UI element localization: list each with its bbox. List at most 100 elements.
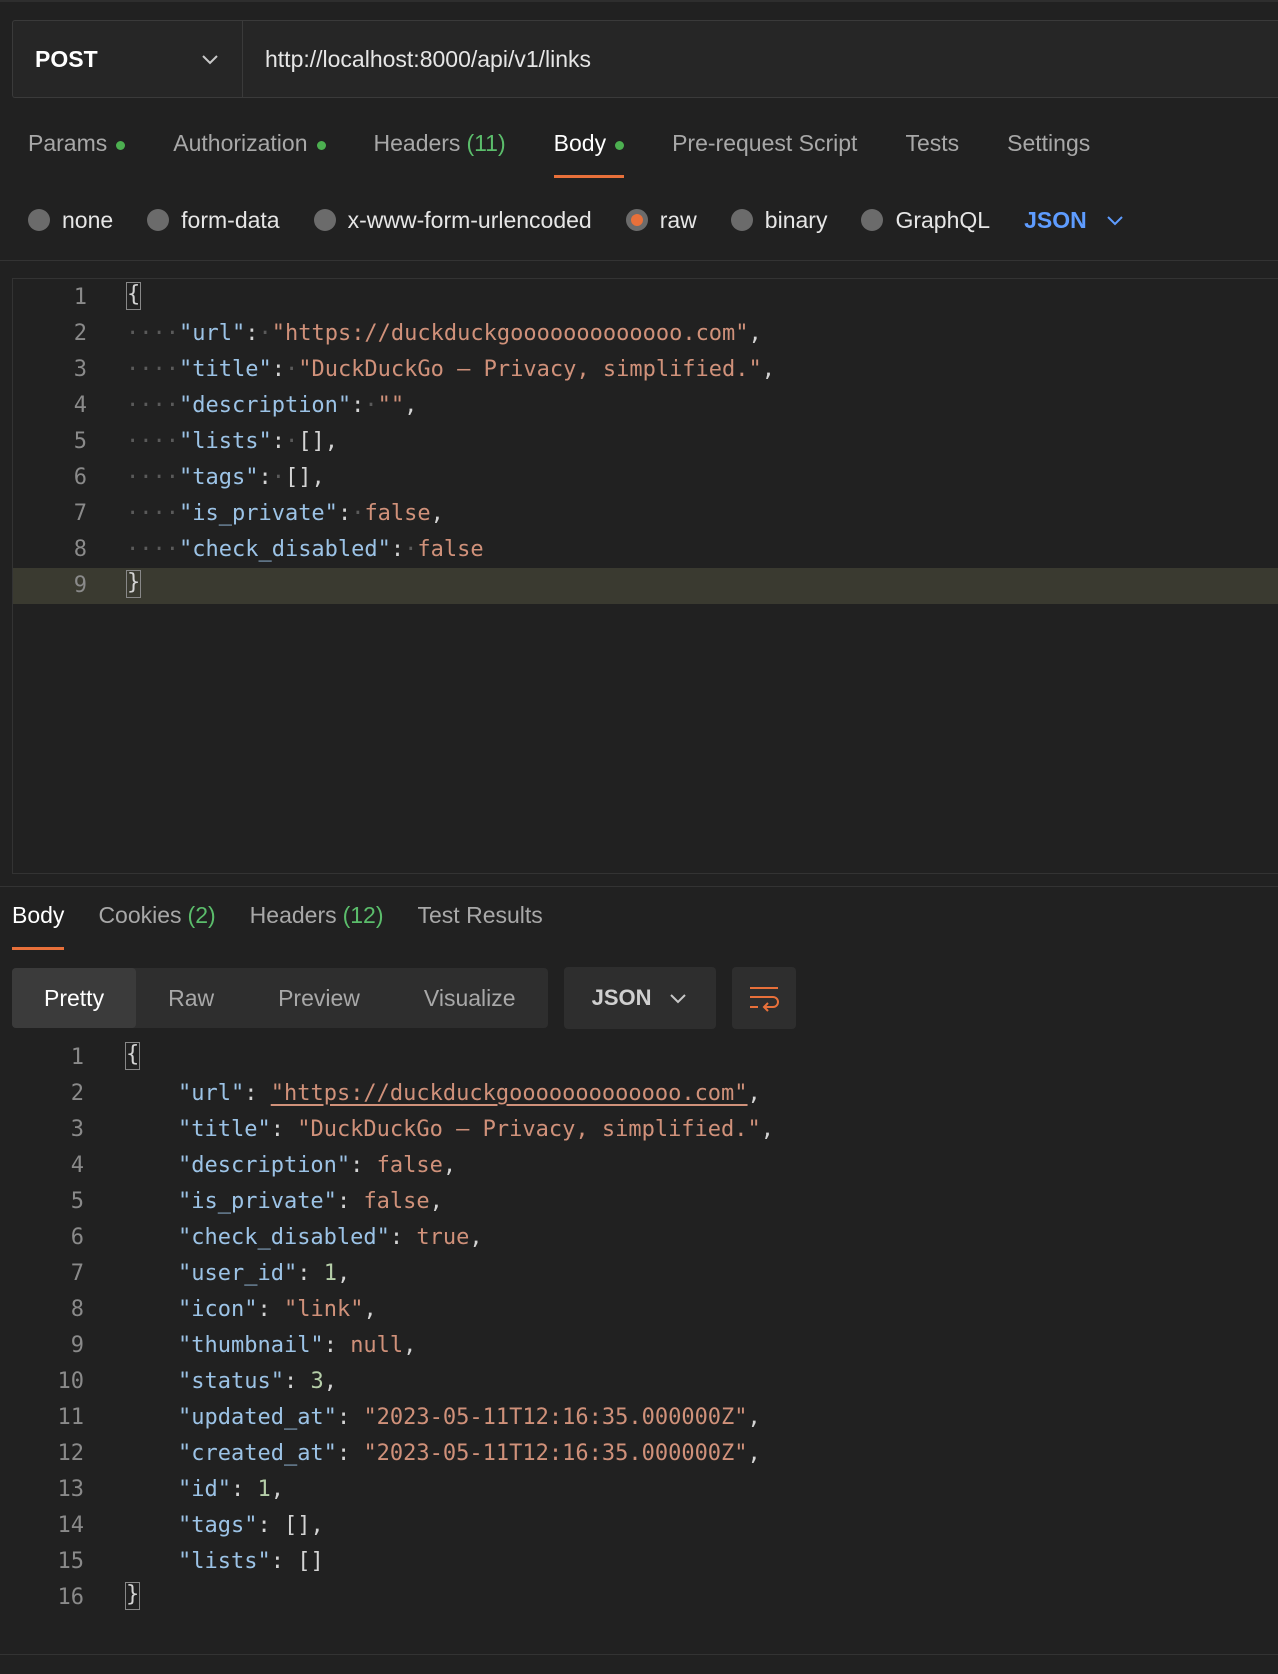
- code-line: 7 ····"is_private":·false,: [13, 496, 1278, 532]
- radio-binary[interactable]: binary: [730, 207, 827, 234]
- radio-none[interactable]: none: [28, 207, 113, 234]
- method-dropdown[interactable]: POST: [13, 21, 243, 97]
- line-number: 5: [73, 429, 87, 454]
- response-tabs: Body Cookies (2) Headers (12) Test Results: [12, 902, 577, 952]
- json-value: []: [297, 1549, 324, 1574]
- language-label: JSON: [1024, 206, 1087, 233]
- response-toolbar: Pretty Raw Preview Visualize JSON: [12, 967, 796, 1029]
- request-body-editor[interactable]: 1{ 2 ····"url":·"https://duckduckgooooooo…: [12, 278, 1278, 874]
- response-tab-cookies[interactable]: Cookies (2): [98, 902, 215, 952]
- tab-params[interactable]: Params: [28, 130, 126, 180]
- json-key: "description": [178, 393, 352, 418]
- response-headers-count: (12): [342, 902, 384, 928]
- json-value: "2023-05-11T12:16:35.000000Z": [363, 1405, 748, 1430]
- code-line: 6 "check_disabled": true,: [0, 1220, 1278, 1256]
- line-number: 3: [73, 357, 87, 382]
- code-line: 5 "is_private": false,: [0, 1184, 1278, 1220]
- tab-tests-label: Tests: [905, 130, 960, 156]
- radio-circle-icon: [28, 209, 50, 231]
- url-text: http://localhost:8000/api/v1/links: [265, 45, 592, 72]
- code-line: 1{: [13, 280, 1278, 316]
- line-number: 2: [73, 321, 87, 346]
- json-value: "DuckDuckGo — Privacy, simplified.": [298, 357, 762, 382]
- code-line: 13 "id": 1,: [0, 1472, 1278, 1508]
- radio-circle-icon: [313, 209, 336, 231]
- tab-headers[interactable]: Headers (11): [374, 130, 506, 180]
- wrap-lines-button[interactable]: [731, 967, 796, 1029]
- line-number: 5: [70, 1189, 84, 1214]
- code-line: 9 "thumbnail": null,: [0, 1328, 1278, 1364]
- params-dot-icon: [116, 141, 126, 150]
- line-number: 9: [70, 1333, 84, 1358]
- radio-form-data[interactable]: form-data: [147, 206, 280, 234]
- response-tab-test-results[interactable]: Test Results: [418, 902, 543, 952]
- brace-close: }: [125, 1582, 141, 1610]
- radio-urlencoded[interactable]: x-www-form-urlencoded: [313, 207, 592, 234]
- tab-authorization[interactable]: Authorization: [173, 130, 326, 180]
- response-tab-body-label: Body: [12, 902, 65, 928]
- request-tabs: Params Authorization Headers (11) Body Pr…: [28, 130, 1138, 180]
- response-body-viewer[interactable]: 1{ 2 "url": "https://duckduckgoooooooooo…: [0, 1040, 1278, 1616]
- radio-circle-icon: [861, 209, 884, 231]
- json-value: "https://duckduckgooooooooooooo.com": [271, 321, 749, 346]
- line-number: 7: [70, 1261, 84, 1286]
- json-key: "updated_at": [177, 1405, 337, 1430]
- json-value: false: [417, 537, 484, 562]
- line-number: 12: [57, 1441, 85, 1466]
- json-value: null: [350, 1333, 404, 1358]
- line-number: 11: [57, 1405, 85, 1430]
- tab-tests[interactable]: Tests: [905, 130, 959, 180]
- radio-none-label: none: [62, 206, 114, 233]
- code-line: 3 ····"title":·"DuckDuckGo — Privacy, sim…: [13, 352, 1278, 388]
- body-dot-icon: [615, 141, 625, 150]
- json-value: "2023-05-11T12:16:35.000000Z": [363, 1441, 748, 1466]
- code-line: 3 "title": "DuckDuckGo — Privacy, simpli…: [0, 1112, 1278, 1148]
- tab-prerequest-script[interactable]: Pre-request Script: [672, 130, 857, 180]
- radio-checked-icon: [625, 209, 648, 231]
- headers-count: (11): [466, 130, 506, 156]
- code-line: 5 ····"lists":·[],: [13, 424, 1278, 460]
- radio-circle-icon: [147, 209, 170, 231]
- radio-form-data-label: form-data: [181, 206, 280, 233]
- tab-settings[interactable]: Settings: [1007, 130, 1090, 180]
- view-preview[interactable]: Preview: [246, 968, 392, 1028]
- json-key: "status": [177, 1369, 284, 1394]
- radio-raw[interactable]: raw: [625, 207, 697, 234]
- json-link-value[interactable]: "https://duckduckgooooooooooooo.com": [271, 1081, 748, 1106]
- tab-headers-label: Headers: [373, 130, 461, 156]
- view-visualize[interactable]: Visualize: [392, 968, 548, 1028]
- json-key: "lists": [178, 429, 272, 454]
- authorization-dot-icon: [316, 141, 326, 150]
- json-value: []: [283, 1513, 311, 1538]
- json-key: "is_private": [177, 1189, 337, 1214]
- radio-circle-icon: [730, 209, 753, 231]
- code-line: 10 "status": 3,: [0, 1364, 1278, 1400]
- code-line: 15 "lists": []: [0, 1544, 1278, 1580]
- view-pretty[interactable]: Pretty: [12, 968, 137, 1028]
- language-dropdown[interactable]: JSON: [1024, 207, 1125, 234]
- json-value: 3: [310, 1369, 324, 1394]
- response-format-dropdown[interactable]: JSON: [563, 967, 716, 1029]
- json-key: "title": [178, 357, 272, 382]
- json-key: "url": [178, 321, 246, 346]
- line-number: 13: [57, 1477, 85, 1502]
- code-line: 16}: [0, 1580, 1278, 1616]
- line-number: 10: [57, 1369, 85, 1394]
- radio-graphql-label: GraphQL: [895, 206, 991, 233]
- url-input[interactable]: http://localhost:8000/api/v1/links: [243, 21, 1278, 97]
- line-number: 1: [70, 1045, 84, 1070]
- response-tab-headers[interactable]: Headers (12): [250, 902, 384, 952]
- json-key: "is_private": [178, 501, 338, 526]
- chevron-down-icon: [669, 994, 686, 1004]
- tab-body[interactable]: Body: [553, 130, 625, 180]
- line-number: 14: [57, 1513, 85, 1538]
- view-raw[interactable]: Raw: [136, 968, 246, 1028]
- code-line: 8 "icon": "link",: [0, 1292, 1278, 1328]
- json-key: "user_id": [177, 1261, 298, 1286]
- response-tab-body[interactable]: Body: [12, 902, 65, 952]
- radio-graphql[interactable]: GraphQL: [861, 207, 990, 234]
- json-key: "icon": [177, 1297, 258, 1322]
- line-number: 16: [57, 1585, 85, 1610]
- code-line: 4 ····"description":·"",: [13, 388, 1278, 424]
- response-tab-headers-label: Headers: [249, 902, 337, 928]
